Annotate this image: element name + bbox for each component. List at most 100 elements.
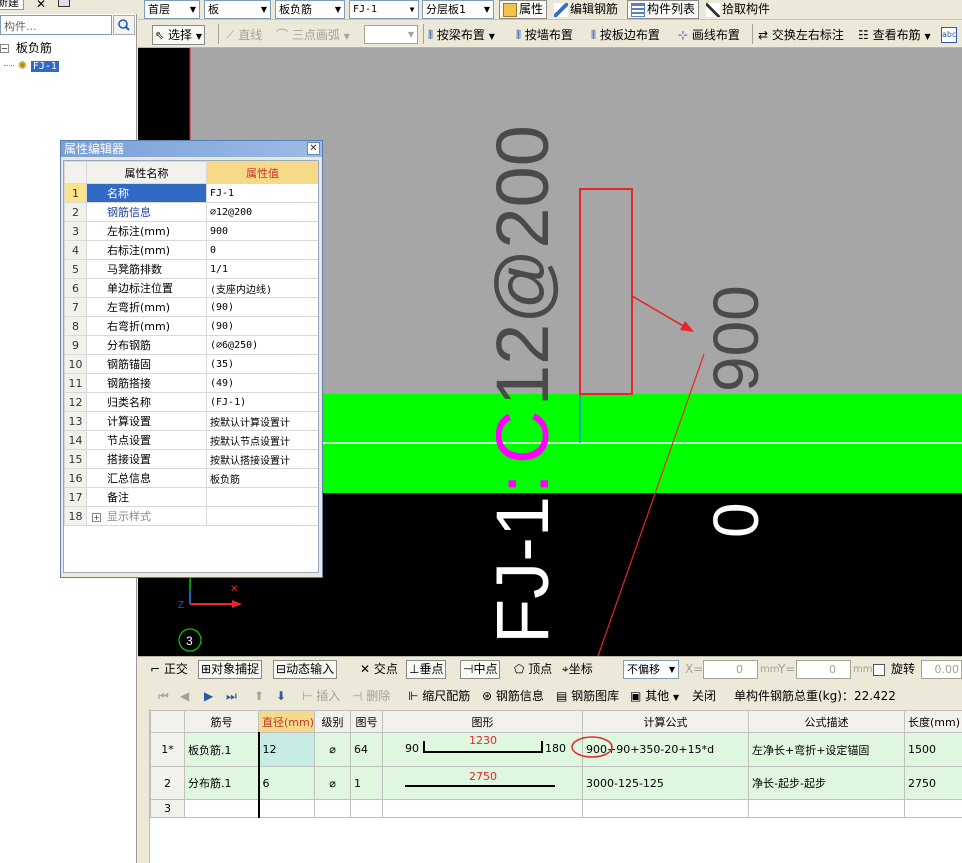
property-row[interactable]: 16 汇总信息 板负筋 <box>64 468 318 488</box>
rebar-header-cell[interactable]: 筋号 <box>184 710 259 733</box>
rebar-header-cell[interactable]: 计算公式 <box>582 710 749 733</box>
rebar-formula-cell[interactable] <box>582 799 749 818</box>
swap-labels-button[interactable]: ⇄ 交换左右标注 <box>758 25 844 45</box>
rebar-header-cell[interactable]: 长度(mm) <box>904 710 962 733</box>
rebar-header-cell[interactable]: 公式描述 <box>748 710 905 733</box>
property-row[interactable]: 1 名称 FJ-1 <box>64 183 318 203</box>
by-slab-edge-button[interactable]: ⫴ 按板边布置 <box>591 25 660 45</box>
search-button[interactable] <box>113 15 135 35</box>
rebar-shape-cell[interactable] <box>382 799 583 818</box>
property-row[interactable]: 4 右标注(mm) 0 <box>64 240 318 260</box>
close-icon[interactable]: ✕ <box>307 142 320 155</box>
rebar-header-cell[interactable]: 直径(mm) <box>258 710 315 733</box>
rebar-name-cell[interactable] <box>184 799 260 818</box>
property-value[interactable]: 按默认计算设置计 <box>206 411 318 431</box>
component-list-button[interactable]: 构件列表 <box>627 0 700 19</box>
rebar-description-cell[interactable]: 左净长+弯折+设定锚固 <box>748 732 905 767</box>
rebar-label[interactable]: FJ-1 : C 12@200 <box>481 125 564 644</box>
property-value[interactable]: ⌀12@200 <box>206 202 318 222</box>
property-row[interactable]: 2 钢筋信息 ⌀12@200 <box>64 202 318 222</box>
property-row[interactable]: 15 搭接设置 按默认搭接设置计 <box>64 449 318 469</box>
first-record-icon[interactable]: ⏮ <box>158 687 169 706</box>
rebar-grade-cell[interactable]: ⌀ <box>314 766 351 800</box>
component-search-input[interactable]: 构件... <box>0 15 112 35</box>
property-editor-title[interactable]: 属性编辑器 <box>61 141 322 157</box>
prev-record-icon[interactable]: ◀ <box>180 687 189 706</box>
rebar-info-button[interactable]: ⊛ 钢筋信息 <box>482 687 544 706</box>
property-value[interactable]: 0 <box>206 240 318 260</box>
rebar-description-cell[interactable]: 净长-起步-起步 <box>748 766 905 800</box>
rebar-name-cell[interactable]: 板负筋.1 <box>184 732 260 767</box>
right-mark-text[interactable]: 0 <box>700 502 772 538</box>
select-tool-button[interactable]: ⇖ 选择 ▼ <box>152 25 206 45</box>
property-value[interactable]: 按默认节点设置计 <box>206 430 318 450</box>
component-select[interactable]: FJ-1 ▼ <box>349 0 419 19</box>
collapse-icon[interactable]: − <box>0 44 9 53</box>
subtype-select[interactable]: 板负筋 ▼ <box>275 0 345 19</box>
property-row[interactable]: 9 分布钢筋 (⌀6@250) <box>64 335 318 355</box>
rebar-row[interactable]: 1* 板负筋.1 12 ⌀ 64 90 1230 180 900+90+350-20+15*d 左… <box>150 732 962 767</box>
property-value[interactable]: 900 <box>206 221 318 241</box>
rebar-row-index[interactable]: 2 <box>150 766 185 800</box>
rebar-length-cell[interactable]: 1500 <box>904 732 962 767</box>
by-line-button[interactable]: ⊹ 画线布置 <box>678 25 740 45</box>
rebar-diameter-cell[interactable]: 12 <box>258 732 315 767</box>
property-value[interactable]: 1/1 <box>206 259 318 279</box>
property-row[interactable]: 7 左弯折(mm) (90) <box>64 297 318 317</box>
rebar-header-cell[interactable] <box>150 710 185 733</box>
insert-button[interactable]: ⊢ 插入 <box>302 687 340 706</box>
property-value[interactable]: (FJ-1) <box>206 392 318 412</box>
rebar-figure-number-cell[interactable]: 1 <box>350 766 383 800</box>
chevron-down-icon[interactable]: ▼ <box>924 32 930 41</box>
y-coordinate-input[interactable]: 0 <box>796 660 851 679</box>
rebar-header-cell[interactable]: 图号 <box>350 710 383 733</box>
rebar-library-button[interactable]: ▤ 钢筋图库 <box>556 687 619 706</box>
rebar-figure-number-cell[interactable] <box>350 799 383 818</box>
copy-icon[interactable] <box>58 0 70 7</box>
rebar-formula-cell[interactable]: 3000-125-125 <box>582 766 749 800</box>
arc-tool-button[interactable]: ⌒ 三点画弧 ▼ <box>276 25 350 45</box>
property-row[interactable]: 11 钢筋搭接 (49) <box>64 373 318 393</box>
type-select[interactable]: 板 ▼ <box>204 0 271 19</box>
scale-rebar-button[interactable]: ⊩ 缩尺配筋 <box>408 687 470 706</box>
property-value[interactable]: (35) <box>206 354 318 374</box>
property-value[interactable]: 按默认搭接设置计 <box>206 449 318 469</box>
by-beam-button[interactable]: ⫴ 按梁布置 ▼ <box>428 25 495 45</box>
tree-category-node[interactable]: − 板负筋 <box>0 40 52 56</box>
chevron-down-icon[interactable]: ▼ <box>196 32 202 41</box>
offset-select[interactable]: 不偏移 ▼ <box>623 660 679 679</box>
rebar-row-index[interactable]: 1* <box>150 732 185 767</box>
edit-rebar-button[interactable]: 编辑钢筋 <box>551 0 621 19</box>
move-down-icon[interactable]: ⬇ <box>276 687 286 706</box>
pick-component-button[interactable]: 拾取构件 <box>703 0 773 19</box>
rebar-row-index[interactable]: 3 <box>150 799 185 818</box>
delete-button[interactable]: ⊣ 删除 <box>352 687 390 706</box>
tree-item-fj1[interactable]: ✺ FJ-1 <box>4 57 59 73</box>
other-menu-button[interactable]: ▣ 其他 ▼ <box>630 687 679 706</box>
line-tool-button[interactable]: ⟋ 直线 <box>226 25 262 45</box>
layer-select[interactable]: 分层板1 ▼ <box>422 0 494 19</box>
new-component-button[interactable]: 新建 <box>0 0 24 10</box>
coordinate-toggle[interactable]: ⌖坐标 <box>562 660 593 679</box>
property-row[interactable]: 14 节点设置 按默认节点设置计 <box>64 430 318 450</box>
rebar-shape-cell[interactable]: 2750 <box>382 766 583 800</box>
property-row[interactable]: 17 备注 <box>64 487 318 507</box>
rebar-name-cell[interactable]: 分布筋.1 <box>184 766 260 800</box>
ortho-toggle[interactable]: ⌐ 正交 <box>150 660 188 679</box>
rebar-shape-cell[interactable]: 90 1230 180 <box>382 732 583 767</box>
midpoint-toggle[interactable]: ⊣中点 <box>460 660 501 679</box>
floor-select[interactable]: 首层 ▼ <box>144 0 200 19</box>
next-record-icon[interactable]: ▶ <box>204 687 213 706</box>
arc-option-select[interactable]: ▼ <box>364 25 418 44</box>
vertex-toggle[interactable]: ⬠ 顶点 <box>514 660 552 679</box>
x-coordinate-input[interactable]: 0 <box>703 660 758 679</box>
property-value[interactable]: (支座内边线) <box>206 278 318 298</box>
text-style-button[interactable]: abc <box>941 27 957 43</box>
chevron-down-icon[interactable]: ▼ <box>344 32 350 41</box>
rebar-row[interactable]: 3 <box>150 799 962 818</box>
rotate-input[interactable]: 0.00 <box>921 660 962 679</box>
view-layout-button[interactable]: ☷ 查看布筋 ▼ <box>858 25 931 45</box>
property-row[interactable]: 13 计算设置 按默认计算设置计 <box>64 411 318 431</box>
property-value[interactable]: (49) <box>206 373 318 393</box>
perpendicular-toggle[interactable]: ⊥垂点 <box>406 660 447 679</box>
